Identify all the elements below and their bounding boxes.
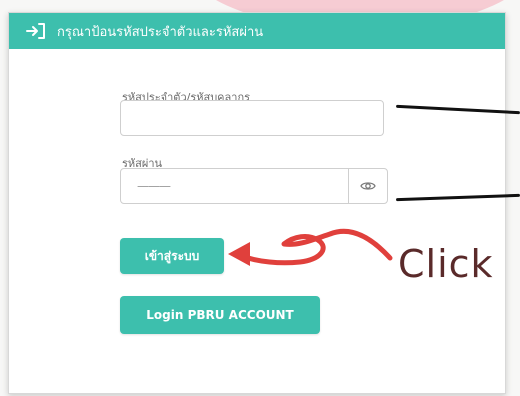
password-input-value: ——— [137,179,171,193]
pbru-login-button[interactable]: Login PBRU ACCOUNT [120,296,320,334]
pbru-login-button-label: Login PBRU ACCOUNT [146,308,294,322]
id-input[interactable] [120,100,384,136]
eye-icon [360,177,376,196]
card-header: กรุณาป้อนรหัสประจำตัวและรหัสผ่าน [9,13,505,49]
card-title: กรุณาป้อนรหัสประจำตัวและรหัสผ่าน [57,24,264,40]
login-button-label: เข้าสู่ระบบ [144,248,200,263]
annotation-click-text: Click [398,242,494,286]
password-field-group: ——— [120,168,388,204]
annotation-arrow [228,228,393,266]
password-input[interactable]: ——— [121,169,349,203]
login-button[interactable]: เข้าสู่ระบบ [120,238,224,274]
login-arrow-icon [25,22,47,40]
show-password-toggle[interactable] [349,169,387,203]
